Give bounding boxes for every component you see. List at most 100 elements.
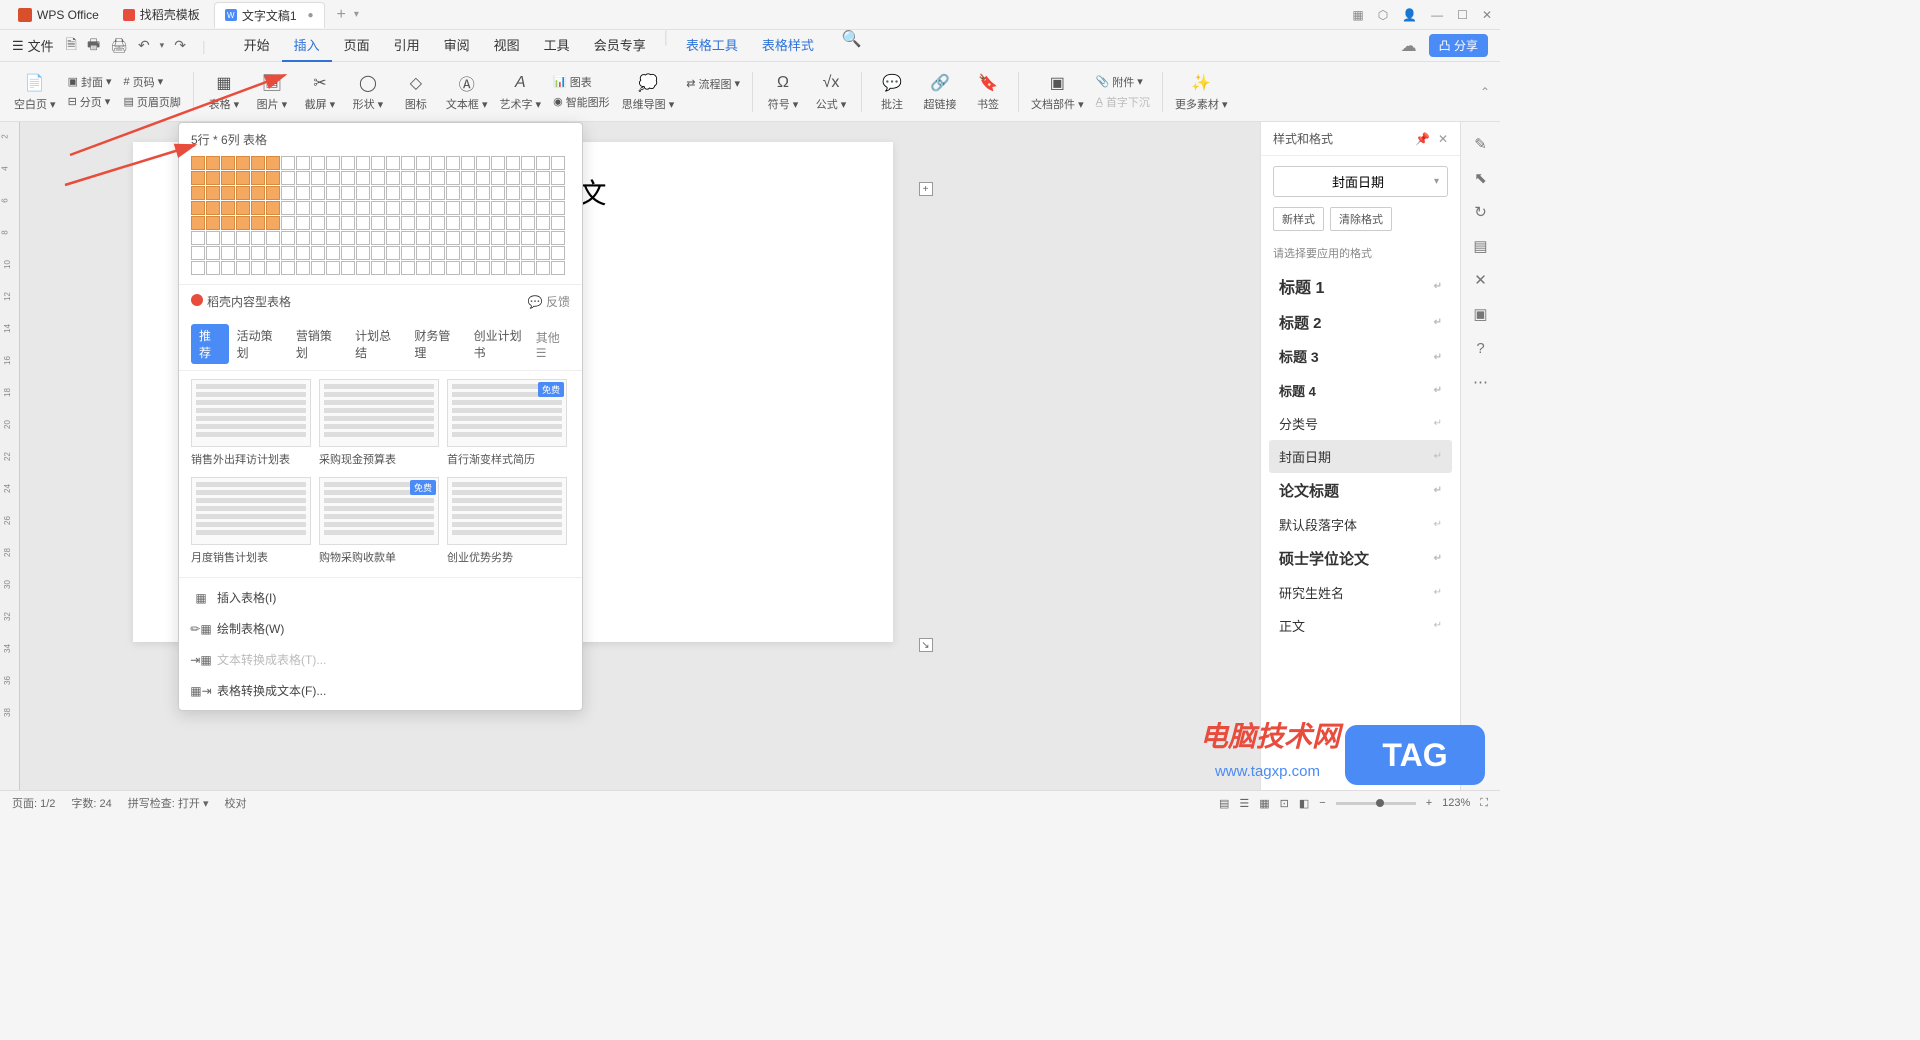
table-grid-cell[interactable] [311, 216, 325, 230]
table-grid-cell[interactable] [251, 231, 265, 245]
table-grid-cell[interactable] [476, 231, 490, 245]
table-grid-cell[interactable] [551, 201, 565, 215]
table-grid-cell[interactable] [251, 186, 265, 200]
undo-icon[interactable]: ↶ [138, 37, 150, 54]
table-grid-cell[interactable] [521, 201, 535, 215]
table-grid-cell[interactable] [221, 156, 235, 170]
table-grid-cell[interactable] [356, 246, 370, 260]
tpl-tab-finance[interactable]: 财务管理 [406, 324, 465, 364]
table-grid-cell[interactable] [551, 171, 565, 185]
comment-button[interactable]: 💬 批注 [870, 72, 914, 112]
pagebreak-button[interactable]: ⊟ 分页 ▾ [64, 93, 116, 111]
table-grid-cell[interactable] [416, 201, 430, 215]
table-grid-cell[interactable] [521, 186, 535, 200]
template-item[interactable]: 月度销售计划表 [191, 477, 311, 569]
table-grid-cell[interactable] [461, 231, 475, 245]
table-grid-cell[interactable] [461, 201, 475, 215]
table-grid-cell[interactable] [431, 156, 445, 170]
table-grid-cell[interactable] [476, 216, 490, 230]
table-grid-cell[interactable] [401, 261, 415, 275]
table-grid-cell[interactable] [251, 156, 265, 170]
table-grid-cell[interactable] [326, 231, 340, 245]
table-grid-cell[interactable] [191, 186, 205, 200]
table-grid-cell[interactable] [251, 216, 265, 230]
table-grid-cell[interactable] [491, 186, 505, 200]
table-grid-cell[interactable] [341, 216, 355, 230]
cover-button[interactable]: ▣ 封面 ▾ [64, 73, 116, 91]
feedback-link[interactable]: 💬 反馈 [528, 293, 570, 310]
table-grid-cell[interactable] [311, 171, 325, 185]
zoom-level[interactable]: 123% [1442, 797, 1470, 809]
tpl-tab-marketing[interactable]: 营销策划 [288, 324, 347, 364]
view-mode-4-icon[interactable]: ⊡ [1280, 797, 1289, 810]
table-grid-cell[interactable] [536, 156, 550, 170]
table-grid-cell[interactable] [341, 171, 355, 185]
table-grid-cell[interactable] [266, 171, 280, 185]
template-item[interactable]: 采购现金预算表 [319, 379, 439, 471]
table-grid-cell[interactable] [521, 231, 535, 245]
table-grid-cell[interactable] [521, 171, 535, 185]
headerfooter-button[interactable]: ▤ 页眉页脚 [120, 93, 185, 111]
table-grid-cell[interactable] [506, 186, 520, 200]
style-item[interactable]: 标题 4↵ [1269, 374, 1452, 407]
table-grid-cell[interactable] [221, 231, 235, 245]
table-grid-cell[interactable] [446, 246, 460, 260]
table-grid-cell[interactable] [191, 156, 205, 170]
table-grid-cell[interactable] [281, 156, 295, 170]
table-grid-cell[interactable] [206, 261, 220, 275]
table-grid-cell[interactable] [296, 246, 310, 260]
tab-menu-icon[interactable]: ▾ [354, 9, 359, 20]
zoom-in-icon[interactable]: + [1426, 797, 1432, 809]
table-grid-cell[interactable] [236, 216, 250, 230]
tab-page[interactable]: 页面 [332, 29, 382, 62]
undo-dropdown-icon[interactable]: ▾ [160, 40, 165, 51]
style-item[interactable]: 默认段落字体↵ [1269, 508, 1452, 541]
table-grid-cell[interactable] [386, 246, 400, 260]
page-indicator[interactable]: 页面: 1/2 [12, 795, 55, 811]
table-grid-cell[interactable] [431, 171, 445, 185]
table-grid-cell[interactable] [431, 216, 445, 230]
more-button[interactable]: ✨ 更多素材 ▾ [1171, 72, 1232, 112]
table-grid-cell[interactable] [416, 231, 430, 245]
table-grid-cell[interactable] [206, 231, 220, 245]
spellcheck-status[interactable]: 拼写检查: 打开 ▾ [128, 795, 209, 811]
blank-page-button[interactable]: 📄 空白页 ▾ [10, 72, 60, 112]
table-grid-cell[interactable] [491, 201, 505, 215]
table-grid-cell[interactable] [491, 261, 505, 275]
zoom-slider[interactable] [1336, 802, 1416, 805]
table-grid-cell[interactable] [446, 171, 460, 185]
close-tab-icon[interactable]: ● [308, 10, 314, 21]
table-grid-cell[interactable] [521, 216, 535, 230]
table-grid-cell[interactable] [506, 156, 520, 170]
template-item[interactable]: 免费首行渐变样式简历 [447, 379, 567, 471]
maximize-button[interactable]: ☐ [1457, 8, 1468, 22]
table-grid-cell[interactable] [446, 216, 460, 230]
tpl-tab-recommend[interactable]: 推荐 [191, 324, 229, 364]
tab-start[interactable]: 开始 [232, 29, 282, 62]
template-item[interactable]: 销售外出拜访计划表 [191, 379, 311, 471]
table-grid-cell[interactable] [326, 246, 340, 260]
style-item[interactable]: 硕士学位论文↵ [1269, 541, 1452, 576]
pencil-tool-icon[interactable]: ✎ [1471, 134, 1491, 154]
tab-view[interactable]: 视图 [482, 29, 532, 62]
table-grid-cell[interactable] [536, 216, 550, 230]
table-grid-cell[interactable] [296, 156, 310, 170]
table-grid-cell[interactable] [326, 171, 340, 185]
table-grid-cell[interactable] [461, 246, 475, 260]
table-grid-cell[interactable] [431, 201, 445, 215]
table-grid-cell[interactable] [296, 261, 310, 275]
more-tools-icon[interactable]: ⋯ [1471, 372, 1491, 392]
table-grid-cell[interactable] [191, 261, 205, 275]
table-grid-cell[interactable] [446, 231, 460, 245]
help-icon[interactable]: ? [1471, 338, 1491, 358]
proof-status[interactable]: 校对 [224, 795, 246, 811]
table-grid-cell[interactable] [551, 231, 565, 245]
table-grid-cell[interactable] [551, 246, 565, 260]
table-grid-cell[interactable] [431, 261, 445, 275]
table-grid-cell[interactable] [491, 246, 505, 260]
zoom-out-icon[interactable]: − [1319, 797, 1325, 809]
redo-icon[interactable]: ↷ [174, 37, 186, 54]
selection-tool-icon[interactable]: ⬉ [1471, 168, 1491, 188]
table-grid-cell[interactable] [191, 231, 205, 245]
table-grid-cell[interactable] [401, 231, 415, 245]
